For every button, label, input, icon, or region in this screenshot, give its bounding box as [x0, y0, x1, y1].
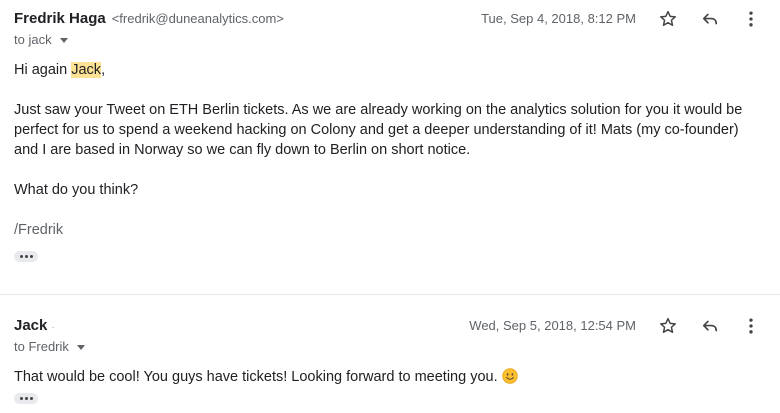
dot [24, 397, 28, 400]
highlighted-name: Jack [71, 62, 102, 78]
more-vert-icon [749, 318, 753, 334]
sender-line: Jack · [14, 317, 55, 334]
sender-name[interactable]: Fredrik Haga [14, 10, 106, 27]
show-trimmed-content-button[interactable] [14, 393, 38, 404]
sender-email: <fredrik@duneanalytics.com> [111, 11, 284, 26]
reply-button[interactable] [697, 6, 723, 32]
message-paragraph: Just saw your Tweet on ETH Berlin ticket… [14, 102, 743, 158]
message-body: That would be cool! You guys have ticket… [14, 367, 758, 387]
message-text: That would be cool! You guys have ticket… [14, 367, 758, 387]
star-button[interactable] [655, 313, 681, 339]
more-vert-icon [749, 11, 753, 27]
sender-line: Fredrik Haga <fredrik@duneanalytics.com> [14, 10, 284, 27]
smiling-face-emoji [501, 368, 518, 384]
dot [29, 397, 33, 400]
greeting-line: Hi again Jack, [14, 60, 758, 80]
recipients-label: to Fredrik [14, 339, 69, 354]
message-date: Tue, Sep 4, 2018, 8:12 PM [481, 11, 636, 26]
dot [24, 255, 28, 258]
signature: /Fredrik [14, 222, 64, 238]
sender-name[interactable]: Jack [14, 317, 47, 334]
message-question: What do you think? [14, 182, 139, 198]
dot [19, 255, 23, 258]
show-trimmed-content-button[interactable] [14, 251, 38, 262]
presence-indicator: · [51, 322, 55, 333]
email-message-2: Jack · to Fredrik Wed, Sep 5, 2018, 12:5… [0, 295, 780, 413]
reply-button[interactable] [697, 313, 723, 339]
message-body: Hi again Jack, Just saw your Tweet on ET… [14, 60, 758, 240]
message-date: Wed, Sep 5, 2018, 12:54 PM [469, 318, 636, 333]
star-icon [660, 317, 676, 333]
more-options-button[interactable] [738, 313, 764, 339]
recipients-toggle[interactable]: to Fredrik [14, 339, 85, 354]
more-options-button[interactable] [738, 6, 764, 32]
chevron-down-icon[interactable] [76, 345, 85, 350]
reply-icon [702, 320, 718, 332]
recipients-toggle[interactable]: to jack [14, 32, 68, 47]
email-message-1: Fredrik Haga <fredrik@duneanalytics.com>… [0, 0, 780, 294]
dot [19, 397, 23, 400]
chevron-down-icon[interactable] [59, 38, 68, 43]
greeting-suffix: , [101, 62, 106, 78]
recipients-label: to jack [14, 32, 52, 47]
reply-icon [702, 13, 718, 25]
reply-text: That would be cool! You guys have ticket… [14, 369, 498, 385]
star-button[interactable] [655, 6, 681, 32]
dot [29, 255, 33, 258]
star-icon [660, 10, 676, 26]
greeting-prefix: Hi again [14, 62, 72, 78]
